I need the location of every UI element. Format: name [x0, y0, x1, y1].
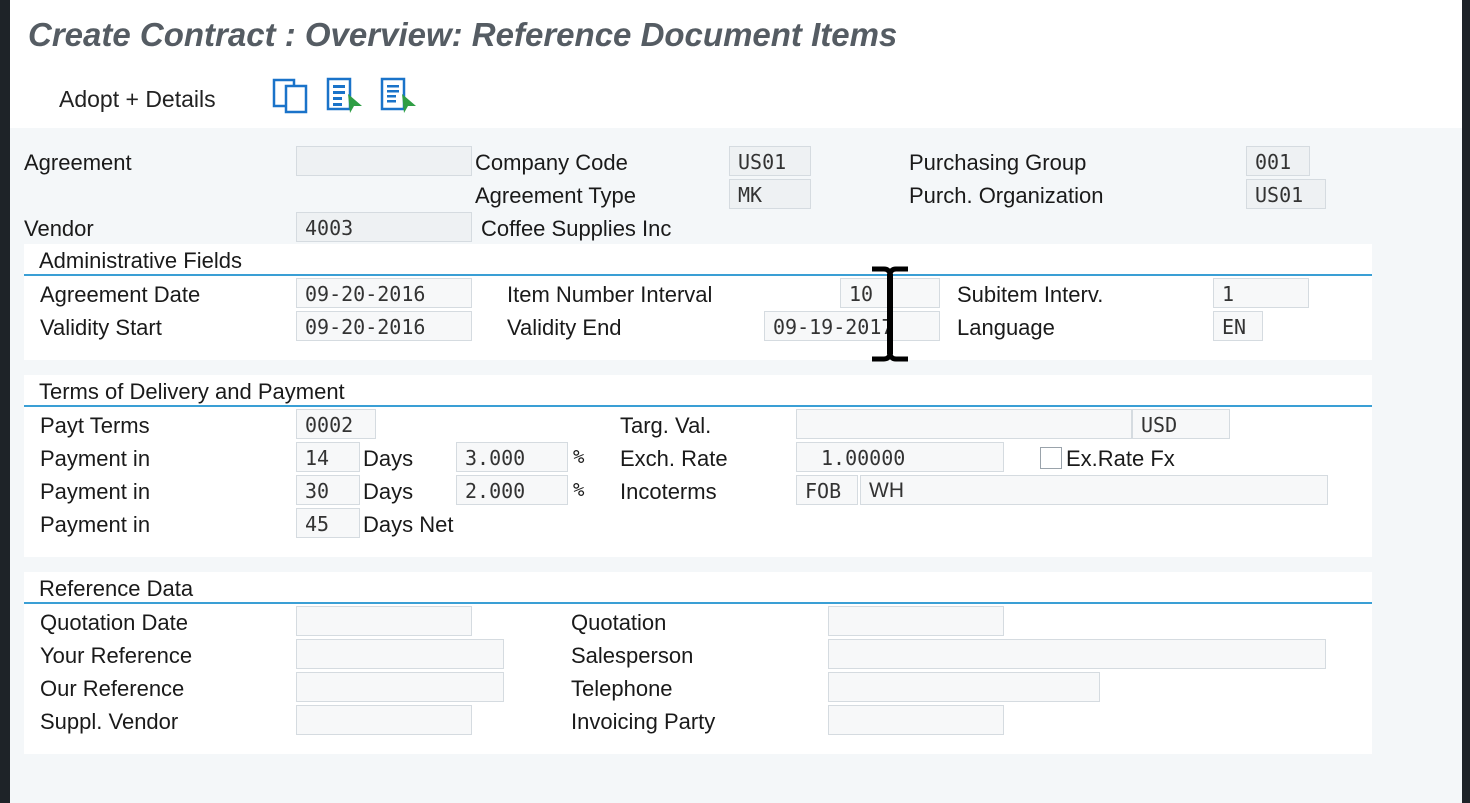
supplying-vendor-field[interactable]: [296, 705, 472, 735]
days-net-label: Days Net: [363, 512, 454, 537]
payment-in-label-1: Payment in: [40, 446, 151, 471]
validity-end-label: Validity End: [507, 315, 622, 340]
target-value-label: Targ. Val.: [620, 413, 712, 438]
your-reference-label: Your Reference: [40, 643, 193, 668]
invoicing-party-label: Invoicing Party: [571, 709, 716, 734]
group-divider: [24, 274, 1372, 276]
window-left-edge: [0, 0, 10, 803]
salesperson-label: Salesperson: [571, 643, 694, 668]
validity-end-field[interactable]: 09-19-2017: [764, 311, 940, 341]
our-reference-field[interactable]: [296, 672, 504, 702]
exchange-rate-label: Exch. Rate: [620, 446, 728, 471]
payment-days-field-2[interactable]: 30: [296, 475, 360, 505]
payment-in-label-2: Payment in: [40, 479, 151, 504]
purchasing-group-field[interactable]: 001: [1246, 146, 1310, 176]
company-code-field[interactable]: US01: [729, 146, 811, 176]
group-title: Administrative Fields: [39, 248, 242, 273]
exchange-rate-field[interactable]: 1.00000: [796, 442, 1004, 472]
agreement-field[interactable]: [296, 146, 472, 176]
item-number-interval-label: Item Number Interval: [507, 282, 713, 307]
target-value-field[interactable]: [796, 409, 1132, 439]
group-divider: [24, 405, 1372, 407]
quotation-label: Quotation: [571, 610, 667, 635]
quotation-field[interactable]: [828, 606, 1004, 636]
agreement-label: Agreement: [24, 150, 132, 175]
currency-field[interactable]: USD: [1132, 409, 1230, 439]
percent-label-2: %: [573, 479, 585, 501]
group-title: Reference Data: [39, 576, 194, 601]
purch-org-field[interactable]: US01: [1246, 179, 1326, 209]
days-label-2: Days: [363, 479, 414, 504]
subitem-interval-label: Subitem Interv.: [957, 282, 1104, 307]
vendor-field[interactable]: 4003: [296, 212, 472, 242]
payment-in-label-3: Payment in: [40, 512, 151, 537]
copy-icon[interactable]: [272, 76, 312, 116]
deselect-all-icon[interactable]: [380, 76, 420, 116]
vendor-label: Vendor: [24, 216, 94, 241]
purch-org-label: Purch. Organization: [909, 183, 1104, 208]
exrate-fixed-checkbox[interactable]: [1040, 447, 1062, 469]
days-label-1: Days: [363, 446, 414, 471]
validity-start-label: Validity Start: [40, 315, 162, 340]
supplying-vendor-label: Suppl. Vendor: [40, 709, 179, 734]
our-reference-label: Our Reference: [40, 676, 185, 701]
text-cursor-icon: [872, 266, 908, 362]
salesperson-field[interactable]: [828, 639, 1326, 669]
incoterms-text-field[interactable]: WH: [860, 475, 1328, 505]
payt-terms-field[interactable]: 0002: [296, 409, 376, 439]
payment-days-field-3[interactable]: 45: [296, 508, 360, 538]
payment-percent-field-1[interactable]: 3.000: [456, 442, 568, 472]
language-field[interactable]: EN: [1213, 311, 1263, 341]
payment-percent-field-2[interactable]: 2.000: [456, 475, 568, 505]
vendor-name: Coffee Supplies Inc: [481, 216, 672, 241]
percent-label-1: %: [573, 446, 585, 468]
agreement-date-field[interactable]: 09-20-2016: [296, 278, 472, 308]
select-all-icon[interactable]: [326, 76, 366, 116]
language-label: Language: [957, 315, 1055, 340]
agreement-type-label: Agreement Type: [475, 183, 637, 208]
subitem-interval-field[interactable]: 1: [1213, 278, 1309, 308]
adopt-details-button[interactable]: Adopt + Details: [59, 86, 216, 113]
payment-days-field-1[interactable]: 14: [296, 442, 360, 472]
payt-terms-label: Payt Terms: [40, 413, 150, 438]
telephone-field[interactable]: [828, 672, 1100, 702]
incoterms-code-field[interactable]: FOB: [796, 475, 858, 505]
group-divider: [24, 602, 1372, 604]
group-title: Terms of Delivery and Payment: [39, 379, 345, 404]
agreement-date-label: Agreement Date: [40, 282, 201, 307]
your-reference-field[interactable]: [296, 639, 504, 669]
quotation-date-label: Quotation Date: [40, 610, 188, 635]
company-code-label: Company Code: [475, 150, 628, 175]
invoicing-party-field[interactable]: [828, 705, 1004, 735]
quotation-date-field[interactable]: [296, 606, 472, 636]
exrate-fixed-label: Ex.Rate Fx: [1066, 446, 1175, 471]
incoterms-label: Incoterms: [620, 479, 717, 504]
window-right-edge: [1462, 0, 1470, 803]
page-title: Create Contract : Overview: Reference Do…: [28, 16, 898, 53]
telephone-label: Telephone: [571, 676, 673, 701]
purchasing-group-label: Purchasing Group: [909, 150, 1087, 175]
validity-start-field[interactable]: 09-20-2016: [296, 311, 472, 341]
agreement-type-field[interactable]: MK: [729, 179, 811, 209]
